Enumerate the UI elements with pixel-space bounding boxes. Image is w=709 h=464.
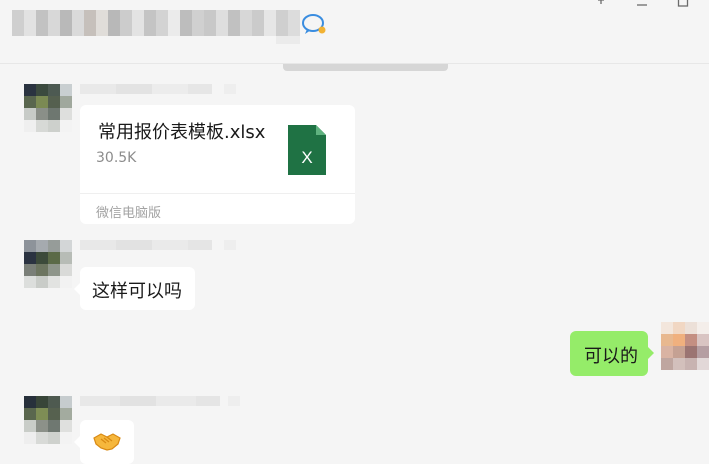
avatar[interactable] [24, 396, 72, 444]
message-text: 这样可以吗 [92, 281, 182, 302]
pin-icon[interactable] [591, 0, 611, 10]
message-text: 可以的 [584, 346, 638, 367]
file-card-divider [80, 193, 355, 194]
sender-name-blurred [80, 240, 236, 250]
file-source: 微信电脑版 [96, 206, 162, 221]
message-bubble[interactable]: 这样可以吗 [74, 267, 195, 310]
file-size: 30.5K [96, 150, 137, 166]
handshake-emoji [93, 433, 121, 451]
excel-file-icon: X [288, 125, 326, 175]
file-name: 常用报价表模板.xlsx [98, 122, 266, 143]
message-bubble[interactable] [74, 420, 134, 464]
scroll-indicator[interactable] [283, 64, 448, 71]
maximize-icon[interactable] [673, 0, 693, 10]
my-avatar[interactable] [661, 322, 709, 370]
sender-name-blurred [80, 396, 240, 406]
chat-title-blurred [12, 10, 300, 44]
chat-title-bar [0, 0, 709, 64]
minimize-icon[interactable] [632, 0, 652, 10]
sender-name-blurred [80, 84, 236, 94]
message-bubble-outgoing[interactable]: 可以的 [570, 331, 654, 376]
avatar[interactable] [24, 84, 72, 132]
avatar[interactable] [24, 240, 72, 288]
excel-icon-letter: X [301, 148, 312, 167]
chat-bubble-icon [302, 14, 326, 34]
file-message-card[interactable]: 常用报价表模板.xlsx 30.5K X 微信电脑版 [80, 105, 355, 224]
